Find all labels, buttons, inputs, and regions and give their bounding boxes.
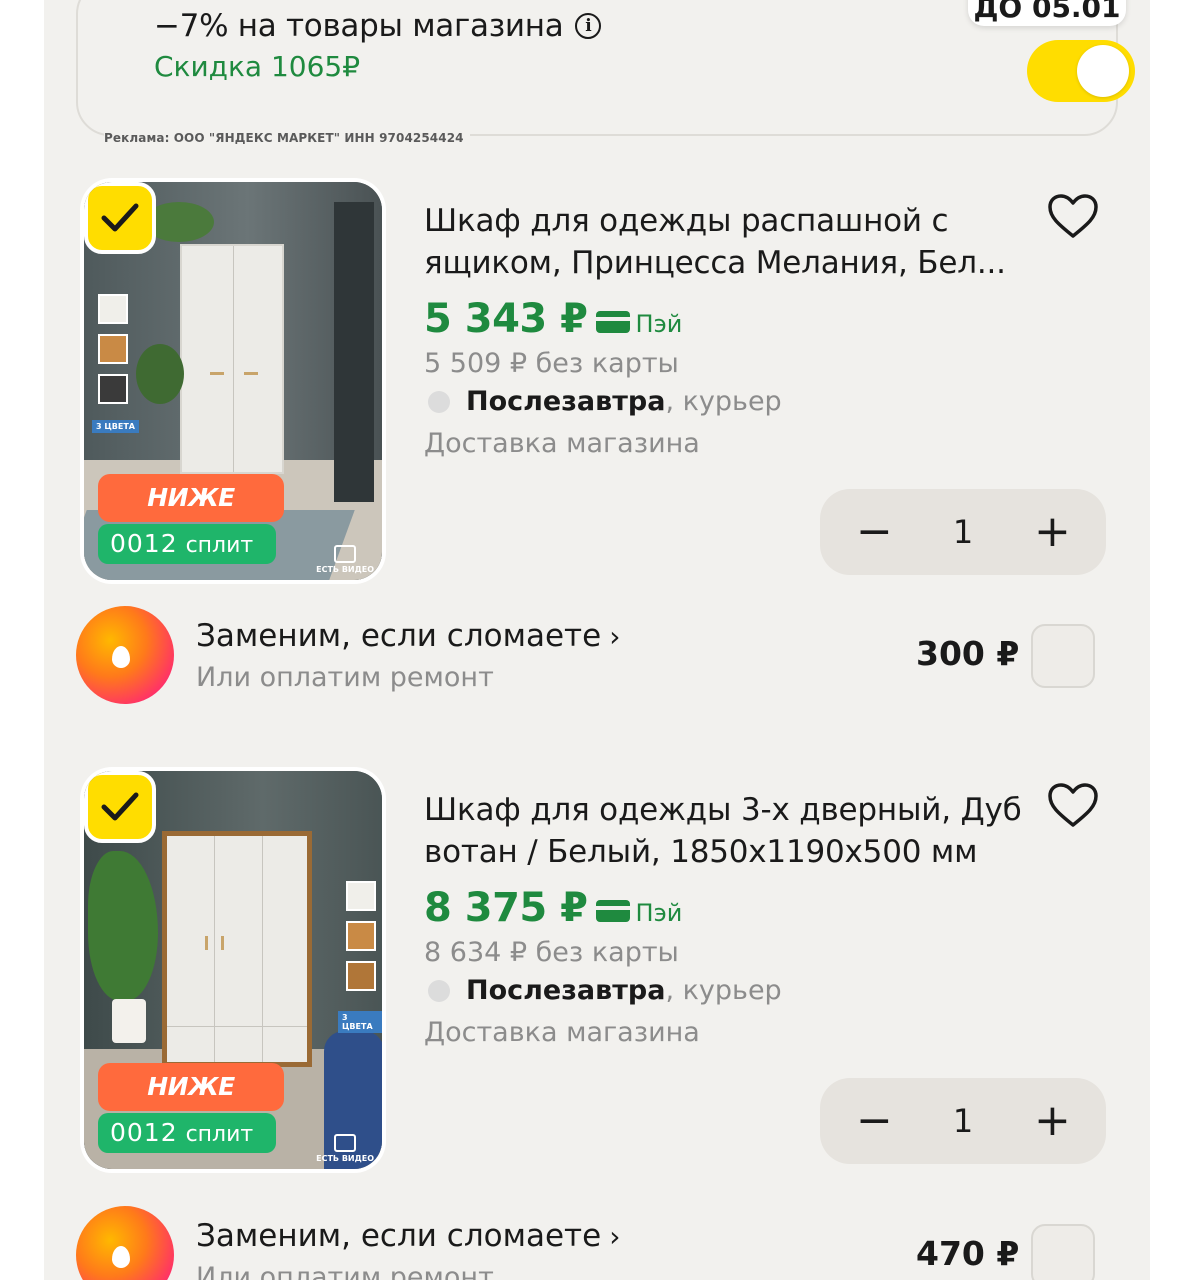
plant-illustration [136,344,184,404]
insurance-checkbox[interactable] [1031,1224,1095,1280]
card-icon [595,311,630,333]
delivery-day: Послезавтра [466,975,666,1006]
price-without-card: 5 509 ₽ без карты [424,348,679,379]
ad-disclaimer: Реклама: ООО "ЯНДЕКС МАРКЕТ" ИНН 9704254… [104,131,470,145]
chevron-right-icon: › [609,620,621,653]
image-window [334,202,374,502]
split-digits: 0012 [110,1118,178,1147]
product-title[interactable]: Шкаф для одежды распашной с ящиком, Прин… [424,200,1034,284]
product-image[interactable]: 3 ЦВЕТА НИЖЕ РЫНКА 0012 сплит ЕСТЬ ВИДЕО [84,771,382,1169]
insurance-title: Заменим, если сломаете [196,1218,602,1254]
delivery-method: , курьер [665,386,782,417]
insurance-option[interactable]: Заменим, если сломаете › Или оплатим ремо… [44,1206,1150,1280]
wardrobe-handle [210,372,224,375]
product-title[interactable]: Шкаф для одежды 3-х дверный, Дуб вотан /… [424,789,1034,873]
insurance-subtitle: Или оплатим ремонт [196,662,494,693]
insurance-option[interactable]: Заменим, если сломаете › Или оплатим ремо… [44,606,1150,706]
shop-delivery: Доставка магазина [424,1017,700,1048]
delivery-status-dot [428,390,450,413]
product-image[interactable]: 3 ЦВЕТА НИЖЕ РЫНКА 0012 сплит ЕСТЬ ВИДЕО [84,182,382,580]
video-icon [334,545,357,563]
increase-button[interactable]: + [1034,510,1071,554]
colors-tag: 3 ЦВЕТА [338,1011,382,1033]
insurance-title-row[interactable]: Заменим, если сломаете › [196,1218,620,1254]
wardrobe-illustration [162,831,312,1067]
wardrobe-illustration [180,244,284,474]
checkmark-icon [101,203,139,232]
split-word: сплит [185,1122,254,1147]
below-market-badge: НИЖЕ РЫНКА [98,1063,284,1149]
promo-discount: Скидка 1065₽ [154,50,361,83]
split-word: сплит [185,533,254,558]
video-tag: ЕСТЬ ВИДЕО [316,1134,374,1163]
wardrobe-handle [205,936,208,950]
promo-title: −7% на товары магазина [154,8,564,44]
select-item-checkbox[interactable] [84,182,156,254]
info-icon[interactable]: i [575,13,602,39]
split-badge: 0012 сплит [98,1113,276,1153]
color-swatch-walnut [346,961,376,991]
delivery-info: Послезавтра , курьер [428,386,782,417]
color-swatch-oak [346,921,376,951]
decrease-button[interactable]: − [856,1099,893,1143]
favorite-heart-icon[interactable] [1046,781,1100,829]
delivery-method: , курьер [665,975,782,1006]
price-with-card: 8 375 ₽ [424,885,588,931]
delivery-day: Послезавтра [466,386,666,417]
below-market-badge: НИЖЕ РЫНКА [98,474,284,560]
wardrobe-handle [244,372,258,375]
toggle-knob [1077,45,1129,97]
quantity-value: 1 [952,1102,974,1140]
price-row: 5 343 ₽ Пэй [424,296,682,342]
shop-delivery: Доставка магазина [424,428,700,459]
insurance-subtitle: Или оплатим ремонт [196,1262,494,1280]
video-icon [334,1134,357,1152]
cart-screen: −7% на товары магазина i Скидка 1065₽ ДО… [44,0,1150,1280]
wardrobe-door [182,246,234,472]
insurance-logo-icon [76,1206,174,1280]
insurance-logo-icon [76,606,174,704]
until-date-badge: ДО 05.01 [968,0,1126,26]
delivery-info: Послезавтра , курьер [428,975,782,1006]
colors-tag: 3 ЦВЕТА [92,420,139,433]
color-swatch-white [346,881,376,911]
pay-label: Пэй [635,310,683,338]
split-badge: 0012 сплит [98,524,276,564]
wardrobe-handle [221,936,224,950]
increase-button[interactable]: + [1034,1099,1071,1143]
split-digits: 0012 [110,529,178,558]
chevron-right-icon: › [609,1220,621,1253]
color-swatch-white [98,294,128,324]
select-item-checkbox[interactable] [84,771,156,843]
quantity-value: 1 [952,513,974,551]
pay-label: Пэй [635,899,683,927]
cart-item: 3 ЦВЕТА НИЖЕ РЫНКА 0012 сплит ЕСТЬ ВИДЕО… [44,182,1150,582]
quantity-stepper: − 1 + [820,1078,1106,1164]
card-icon [595,900,630,922]
insurance-price: 470 ₽ [916,1234,1020,1273]
plant-pot [112,999,146,1043]
video-tag-label: ЕСТЬ ВИДЕО [316,565,374,574]
insurance-price: 300 ₽ [916,634,1020,673]
video-tag-label: ЕСТЬ ВИДЕО [316,1154,374,1163]
checkmark-icon [101,792,139,821]
video-tag: ЕСТЬ ВИДЕО [316,545,374,574]
quantity-stepper: − 1 + [820,489,1106,575]
insurance-title: Заменим, если сломаете [196,618,602,654]
insurance-title-row[interactable]: Заменим, если сломаете › [196,618,620,654]
insurance-checkbox[interactable] [1031,624,1095,688]
store-discount-card: −7% на товары магазина i Скидка 1065₽ [76,0,1135,136]
wardrobe-drawer [167,1026,307,1062]
delivery-status-dot [428,979,450,1002]
price-row: 8 375 ₽ Пэй [424,885,682,931]
discount-toggle[interactable] [1027,40,1135,102]
price-without-card: 8 634 ₽ без карты [424,937,679,968]
decrease-button[interactable]: − [856,510,893,554]
color-swatch-dark [98,374,128,404]
cart-item: 3 ЦВЕТА НИЖЕ РЫНКА 0012 сплит ЕСТЬ ВИДЕО… [44,771,1150,1171]
price-with-card: 5 343 ₽ [424,296,588,342]
color-swatch-oak [98,334,128,364]
promo-title-row: −7% на товары магазина i [154,8,602,44]
favorite-heart-icon[interactable] [1046,192,1100,240]
